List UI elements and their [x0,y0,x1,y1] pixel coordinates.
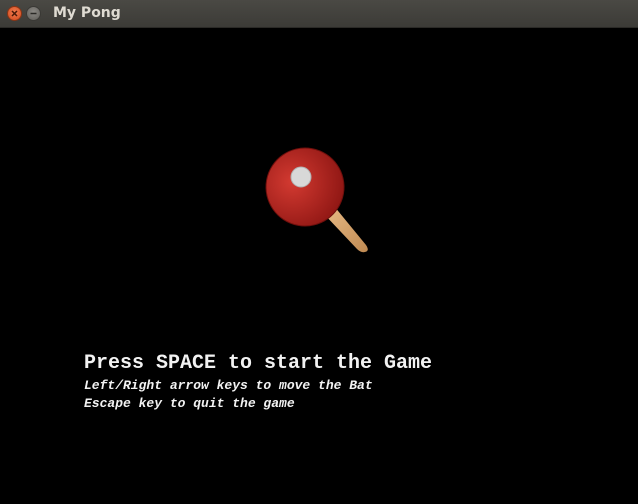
minimize-icon [30,12,37,15]
game-canvas[interactable] [0,28,638,504]
title-bar: My Pong [0,0,638,28]
move-hint: Left/Right arrow keys to move the Bat [84,378,373,393]
minimize-button[interactable] [26,6,41,21]
close-icon [11,10,18,17]
window-title: My Pong [53,5,121,21]
close-button[interactable] [7,6,22,21]
quit-hint: Escape key to quit the game [84,396,295,411]
start-prompt: Press SPACE to start the Game [84,352,433,375]
ping-pong-paddle-icon [265,147,368,253]
